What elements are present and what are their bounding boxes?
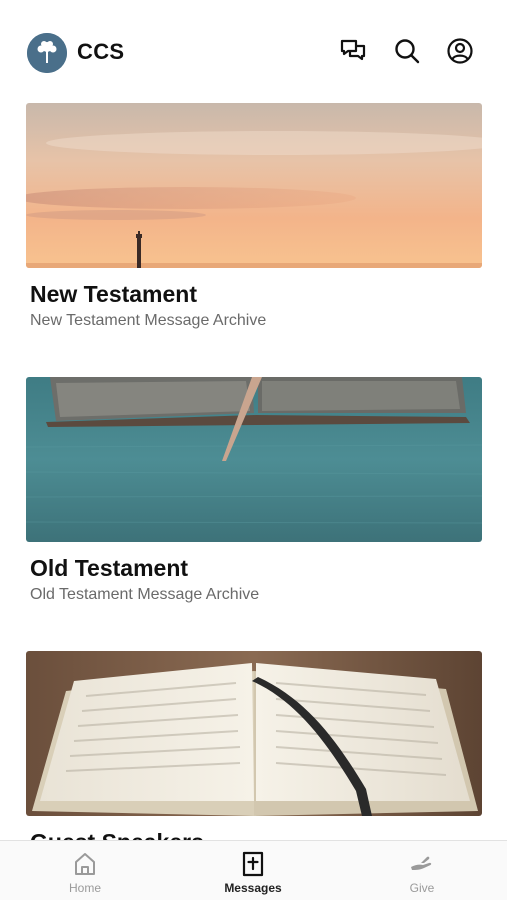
card-old-testament[interactable]: Old Testament Old Testament Message Arch… [26,377,482,605]
home-icon [72,851,98,877]
card-subtitle: Old Testament Message Archive [30,586,260,603]
card-title: Guest Speakers [30,828,482,840]
tab-label: Give [409,881,435,895]
card-image-open-bible-ribbon [26,651,482,816]
app-header: CCS [0,0,507,100]
tab-label: Messages [224,881,282,895]
tab-give[interactable]: Give [362,841,482,900]
bottom-tab-bar: Home Messages Give [0,840,507,900]
profile-icon[interactable] [446,37,474,65]
bible-icon [240,851,266,877]
card-title: Old Testament [30,555,189,581]
tab-messages[interactable]: Messages [193,841,313,900]
card-image-open-bible-teal-table [26,377,482,542]
app-screen: New Testament New Testament Message Arch… [0,0,507,900]
search-icon[interactable] [393,37,421,65]
tab-label: Home [68,881,101,895]
card-new-testament[interactable]: New Testament New Testament Message Arch… [26,103,482,331]
give-icon [409,851,435,877]
card-subtitle: New Testament Message Archive [30,312,267,329]
tab-home[interactable]: Home [25,841,145,900]
church-logo[interactable] [27,33,67,73]
card-guest-speakers[interactable]: Guest Speakers [26,651,482,840]
chat-icon[interactable] [339,37,367,65]
card-image-sunset-lighthouse [26,103,482,268]
card-title: New Testament [30,281,198,307]
content-scroll[interactable]: New Testament New Testament Message Arch… [0,0,507,840]
brand-name: CCS [77,39,125,64]
